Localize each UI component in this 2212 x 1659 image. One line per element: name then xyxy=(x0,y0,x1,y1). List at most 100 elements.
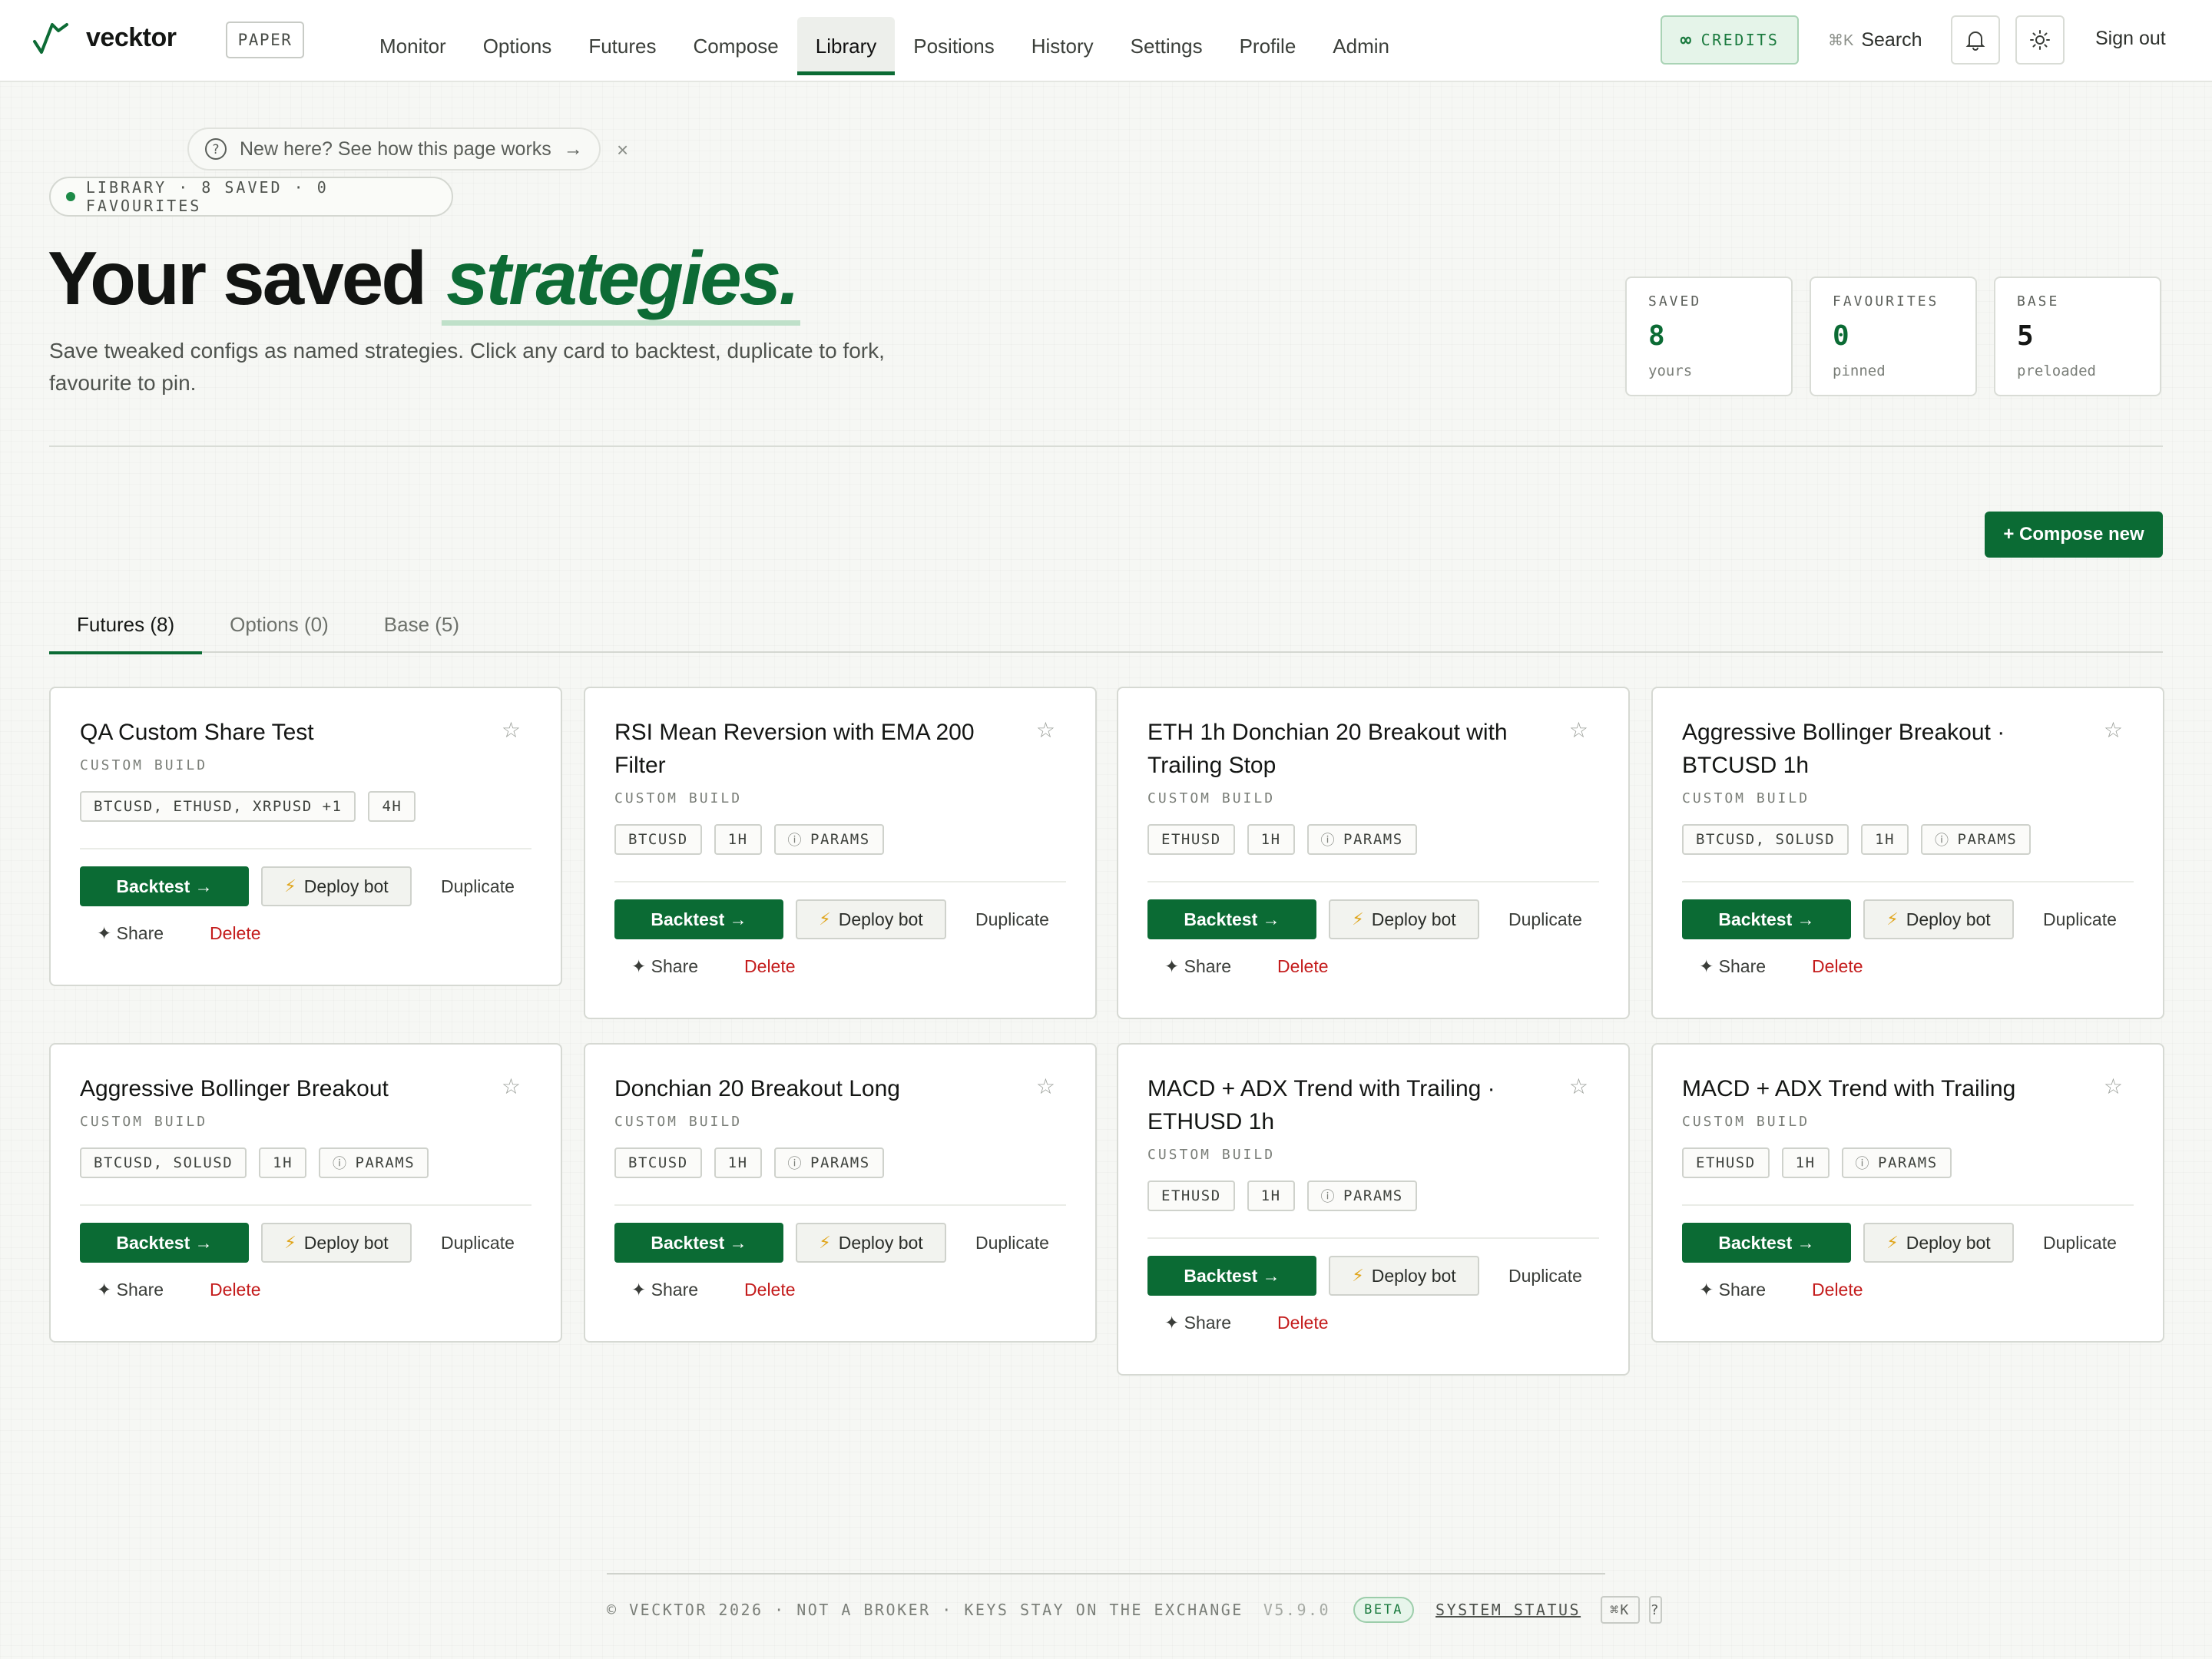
compose-new-button[interactable]: + Compose new xyxy=(1985,512,2163,558)
star-icon[interactable]: ☆ xyxy=(1569,717,1588,743)
nav-admin[interactable]: Admin xyxy=(1314,17,1408,75)
share-button[interactable]: ✦ Share xyxy=(97,923,164,944)
duplicate-button[interactable]: Duplicate xyxy=(2043,909,2117,930)
strategy-card[interactable]: MACD + ADX Trend with Trailing ☆ CUSTOM BU… xyxy=(1651,1043,2164,1343)
deploy-bot-button[interactable]: ⚡ Deploy bot xyxy=(1863,1223,2014,1263)
share-button[interactable]: ✦ Share xyxy=(1164,956,1231,977)
share-button[interactable]: ✦ Share xyxy=(1699,1280,1766,1300)
help-banner[interactable]: ? New here? See how this page works → xyxy=(187,127,601,171)
deploy-bot-button[interactable]: ⚡ Deploy bot xyxy=(1863,899,2014,939)
tab-options[interactable]: Options (0) xyxy=(202,596,356,653)
params-tag[interactable]: ⓘ PARAMS xyxy=(1306,1181,1417,1211)
arrow-right-icon: → xyxy=(563,137,583,160)
deploy-bot-button[interactable]: ⚡ Deploy bot xyxy=(1329,899,1479,939)
params-label: PARAMS xyxy=(355,1154,416,1171)
nav-options[interactable]: Options xyxy=(465,17,571,75)
delete-button[interactable]: Delete xyxy=(210,923,260,944)
share-button[interactable]: ✦ Share xyxy=(1164,1313,1231,1333)
lightning-icon: ⚡ xyxy=(284,1233,296,1252)
nav-settings[interactable]: Settings xyxy=(1112,17,1221,75)
params-tag[interactable]: ⓘ PARAMS xyxy=(319,1147,429,1178)
tab-futures[interactable]: Futures (8) xyxy=(49,596,203,654)
search-shortcut: ⌘K xyxy=(1828,31,1854,49)
params-label: PARAMS xyxy=(810,1154,870,1171)
strategy-card[interactable]: Aggressive Bollinger Breakout · BTCUSD 1… xyxy=(1651,687,2164,1019)
help-shortcut-button[interactable]: ? xyxy=(1648,1596,1663,1624)
strategy-card[interactable]: Donchian 20 Breakout Long ☆ CUSTOM BUILD BT… xyxy=(584,1043,1097,1343)
theme-toggle-button[interactable] xyxy=(2015,15,2065,65)
star-icon[interactable]: ☆ xyxy=(2104,717,2123,743)
system-status-link[interactable]: SYSTEM STATUS xyxy=(1435,1601,1581,1619)
nav-history[interactable]: History xyxy=(1013,17,1112,75)
delete-button[interactable]: Delete xyxy=(210,1280,260,1300)
strategy-card[interactable]: RSI Mean Reversion with EMA 200 Filter ☆ C… xyxy=(584,687,1097,1019)
duplicate-button[interactable]: Duplicate xyxy=(975,1233,1049,1253)
card-kind: CUSTOM BUILD xyxy=(1147,1147,1276,1163)
duplicate-button[interactable]: Duplicate xyxy=(1508,1266,1582,1286)
share-button[interactable]: ✦ Share xyxy=(631,956,698,977)
star-icon[interactable]: ☆ xyxy=(1569,1074,1588,1099)
card-title: MACD + ADX Trend with Trailing xyxy=(1682,1076,2016,1101)
deploy-bot-button[interactable]: ⚡ Deploy bot xyxy=(261,866,412,906)
duplicate-button[interactable]: Duplicate xyxy=(1508,909,1582,930)
duplicate-button[interactable]: Duplicate xyxy=(975,909,1049,930)
close-help-button[interactable]: × xyxy=(617,138,628,162)
backtest-button[interactable]: Backtest → xyxy=(1147,899,1316,939)
delete-button[interactable]: Delete xyxy=(744,956,795,977)
params-tag[interactable]: ⓘ PARAMS xyxy=(773,824,884,855)
bell-icon xyxy=(1965,31,1985,51)
nav-futures[interactable]: Futures xyxy=(570,17,674,75)
deploy-bot-button[interactable]: ⚡ Deploy bot xyxy=(796,899,946,939)
logo[interactable]: vecktor xyxy=(32,20,177,55)
nav-library[interactable]: Library xyxy=(796,17,896,75)
duplicate-button[interactable]: Duplicate xyxy=(441,876,515,897)
backtest-button[interactable]: Backtest → xyxy=(614,1223,783,1263)
delete-button[interactable]: Delete xyxy=(1812,956,1863,977)
star-icon[interactable]: ☆ xyxy=(2104,1074,2123,1099)
tab-base[interactable]: Base (5) xyxy=(356,596,487,653)
delete-button[interactable]: Delete xyxy=(1277,1313,1328,1333)
sign-out-link[interactable]: Sign out xyxy=(2095,28,2166,50)
strategy-card[interactable]: MACD + ADX Trend with Trailing · ETHUSD … xyxy=(1117,1043,1630,1376)
share-button[interactable]: ✦ Share xyxy=(1699,956,1766,977)
svg-text:?: ? xyxy=(212,142,219,157)
nav-compose[interactable]: Compose xyxy=(674,17,796,75)
delete-button[interactable]: Delete xyxy=(1277,956,1328,977)
strategy-card[interactable]: ETH 1h Donchian 20 Breakout with Trailin… xyxy=(1117,687,1630,1019)
deploy-bot-button[interactable]: ⚡ Deploy bot xyxy=(796,1223,946,1263)
backtest-button[interactable]: Backtest → xyxy=(614,899,783,939)
delete-button[interactable]: Delete xyxy=(744,1280,795,1300)
backtest-button[interactable]: Backtest → xyxy=(80,866,249,906)
star-icon[interactable]: ☆ xyxy=(1036,717,1055,743)
params-tag[interactable]: ⓘ PARAMS xyxy=(773,1147,884,1178)
credits-button[interactable]: ∞ CREDITS xyxy=(1661,15,1799,65)
params-tag[interactable]: ⓘ PARAMS xyxy=(1921,824,2032,855)
backtest-button[interactable]: Backtest → xyxy=(1682,1223,1851,1263)
strategy-card[interactable]: QA Custom Share Test ☆ CUSTOM BUILD BTCUSD,… xyxy=(49,687,562,986)
star-icon[interactable]: ☆ xyxy=(1036,1074,1055,1099)
command-palette-shortcut[interactable]: ⌘K xyxy=(1601,1596,1640,1624)
nav-profile[interactable]: Profile xyxy=(1221,17,1315,75)
star-icon[interactable]: ☆ xyxy=(502,717,521,743)
notifications-button[interactable] xyxy=(1951,15,2000,65)
delete-button[interactable]: Delete xyxy=(1812,1280,1863,1300)
deploy-bot-button[interactable]: ⚡ Deploy bot xyxy=(261,1223,412,1263)
share-button[interactable]: ✦ Share xyxy=(97,1280,164,1300)
strategy-card[interactable]: Aggressive Bollinger Breakout ☆ CUSTOM BUI… xyxy=(49,1043,562,1343)
params-tag[interactable]: ⓘ PARAMS xyxy=(1841,1147,1952,1178)
backtest-button[interactable]: Backtest → xyxy=(80,1223,249,1263)
card-primary-actions: Backtest → ⚡ Deploy bot Duplicate xyxy=(1682,899,2117,939)
duplicate-button[interactable]: Duplicate xyxy=(2043,1233,2117,1253)
sun-icon xyxy=(2030,30,2050,50)
share-button[interactable]: ✦ Share xyxy=(631,1280,698,1300)
stats-row: SAVED 8 yours FAVOURITES 0 pinned BASE 5… xyxy=(1625,276,2161,396)
deploy-bot-button[interactable]: ⚡ Deploy bot xyxy=(1329,1256,1479,1296)
nav-positions[interactable]: Positions xyxy=(895,17,1013,75)
backtest-button[interactable]: Backtest → xyxy=(1147,1256,1316,1296)
nav-monitor[interactable]: Monitor xyxy=(361,17,465,75)
search-button[interactable]: ⌘K Search xyxy=(1828,23,1922,57)
params-tag[interactable]: ⓘ PARAMS xyxy=(1306,824,1417,855)
backtest-button[interactable]: Backtest → xyxy=(1682,899,1851,939)
duplicate-button[interactable]: Duplicate xyxy=(441,1233,515,1253)
star-icon[interactable]: ☆ xyxy=(502,1074,521,1099)
